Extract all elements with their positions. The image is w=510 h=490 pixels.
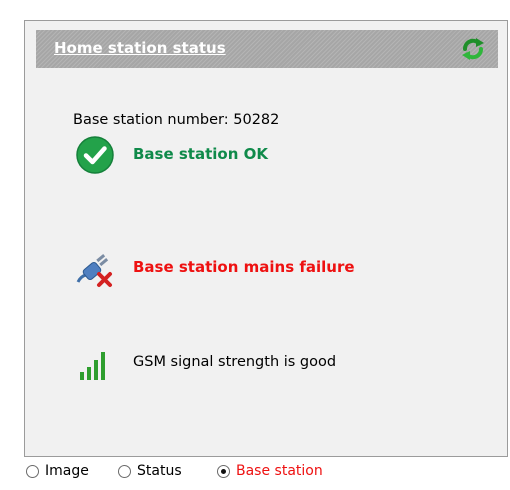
radio-base-station-label[interactable]: Base station — [236, 463, 323, 479]
check-circle-icon — [76, 136, 114, 174]
signal-bars-icon — [80, 352, 105, 380]
radio-base-station[interactable]: Base station — [217, 463, 357, 483]
radio-base-station-button[interactable] — [217, 465, 230, 478]
status-text-mains-failure: Base station mains failure — [133, 258, 355, 276]
view-mode-radio-group: Image Status Base station — [26, 457, 496, 487]
radio-image-label[interactable]: Image — [45, 463, 89, 479]
home-station-status-panel: Home station status Base station number:… — [24, 20, 508, 457]
radio-status-button[interactable] — [118, 465, 131, 478]
status-text-gsm: GSM signal strength is good — [133, 354, 337, 370]
panel-title-link[interactable]: Home station status — [54, 39, 226, 57]
radio-image-button[interactable] — [26, 465, 39, 478]
radio-image[interactable]: Image — [26, 463, 111, 483]
status-row-ok: Base station OK — [75, 135, 505, 175]
base-station-number: Base station number: 50282 — [73, 112, 280, 128]
status-row-gsm: GSM signal strength is good — [75, 344, 505, 384]
unplugged-power-icon — [76, 254, 112, 287]
refresh-icon[interactable] — [459, 35, 487, 63]
radio-status[interactable]: Status — [118, 463, 210, 483]
radio-status-label[interactable]: Status — [137, 463, 182, 479]
panel-header: Home station status — [36, 30, 498, 68]
status-text-ok: Base station OK — [133, 145, 268, 163]
status-row-mains-failure: Base station mains failure — [75, 248, 505, 288]
